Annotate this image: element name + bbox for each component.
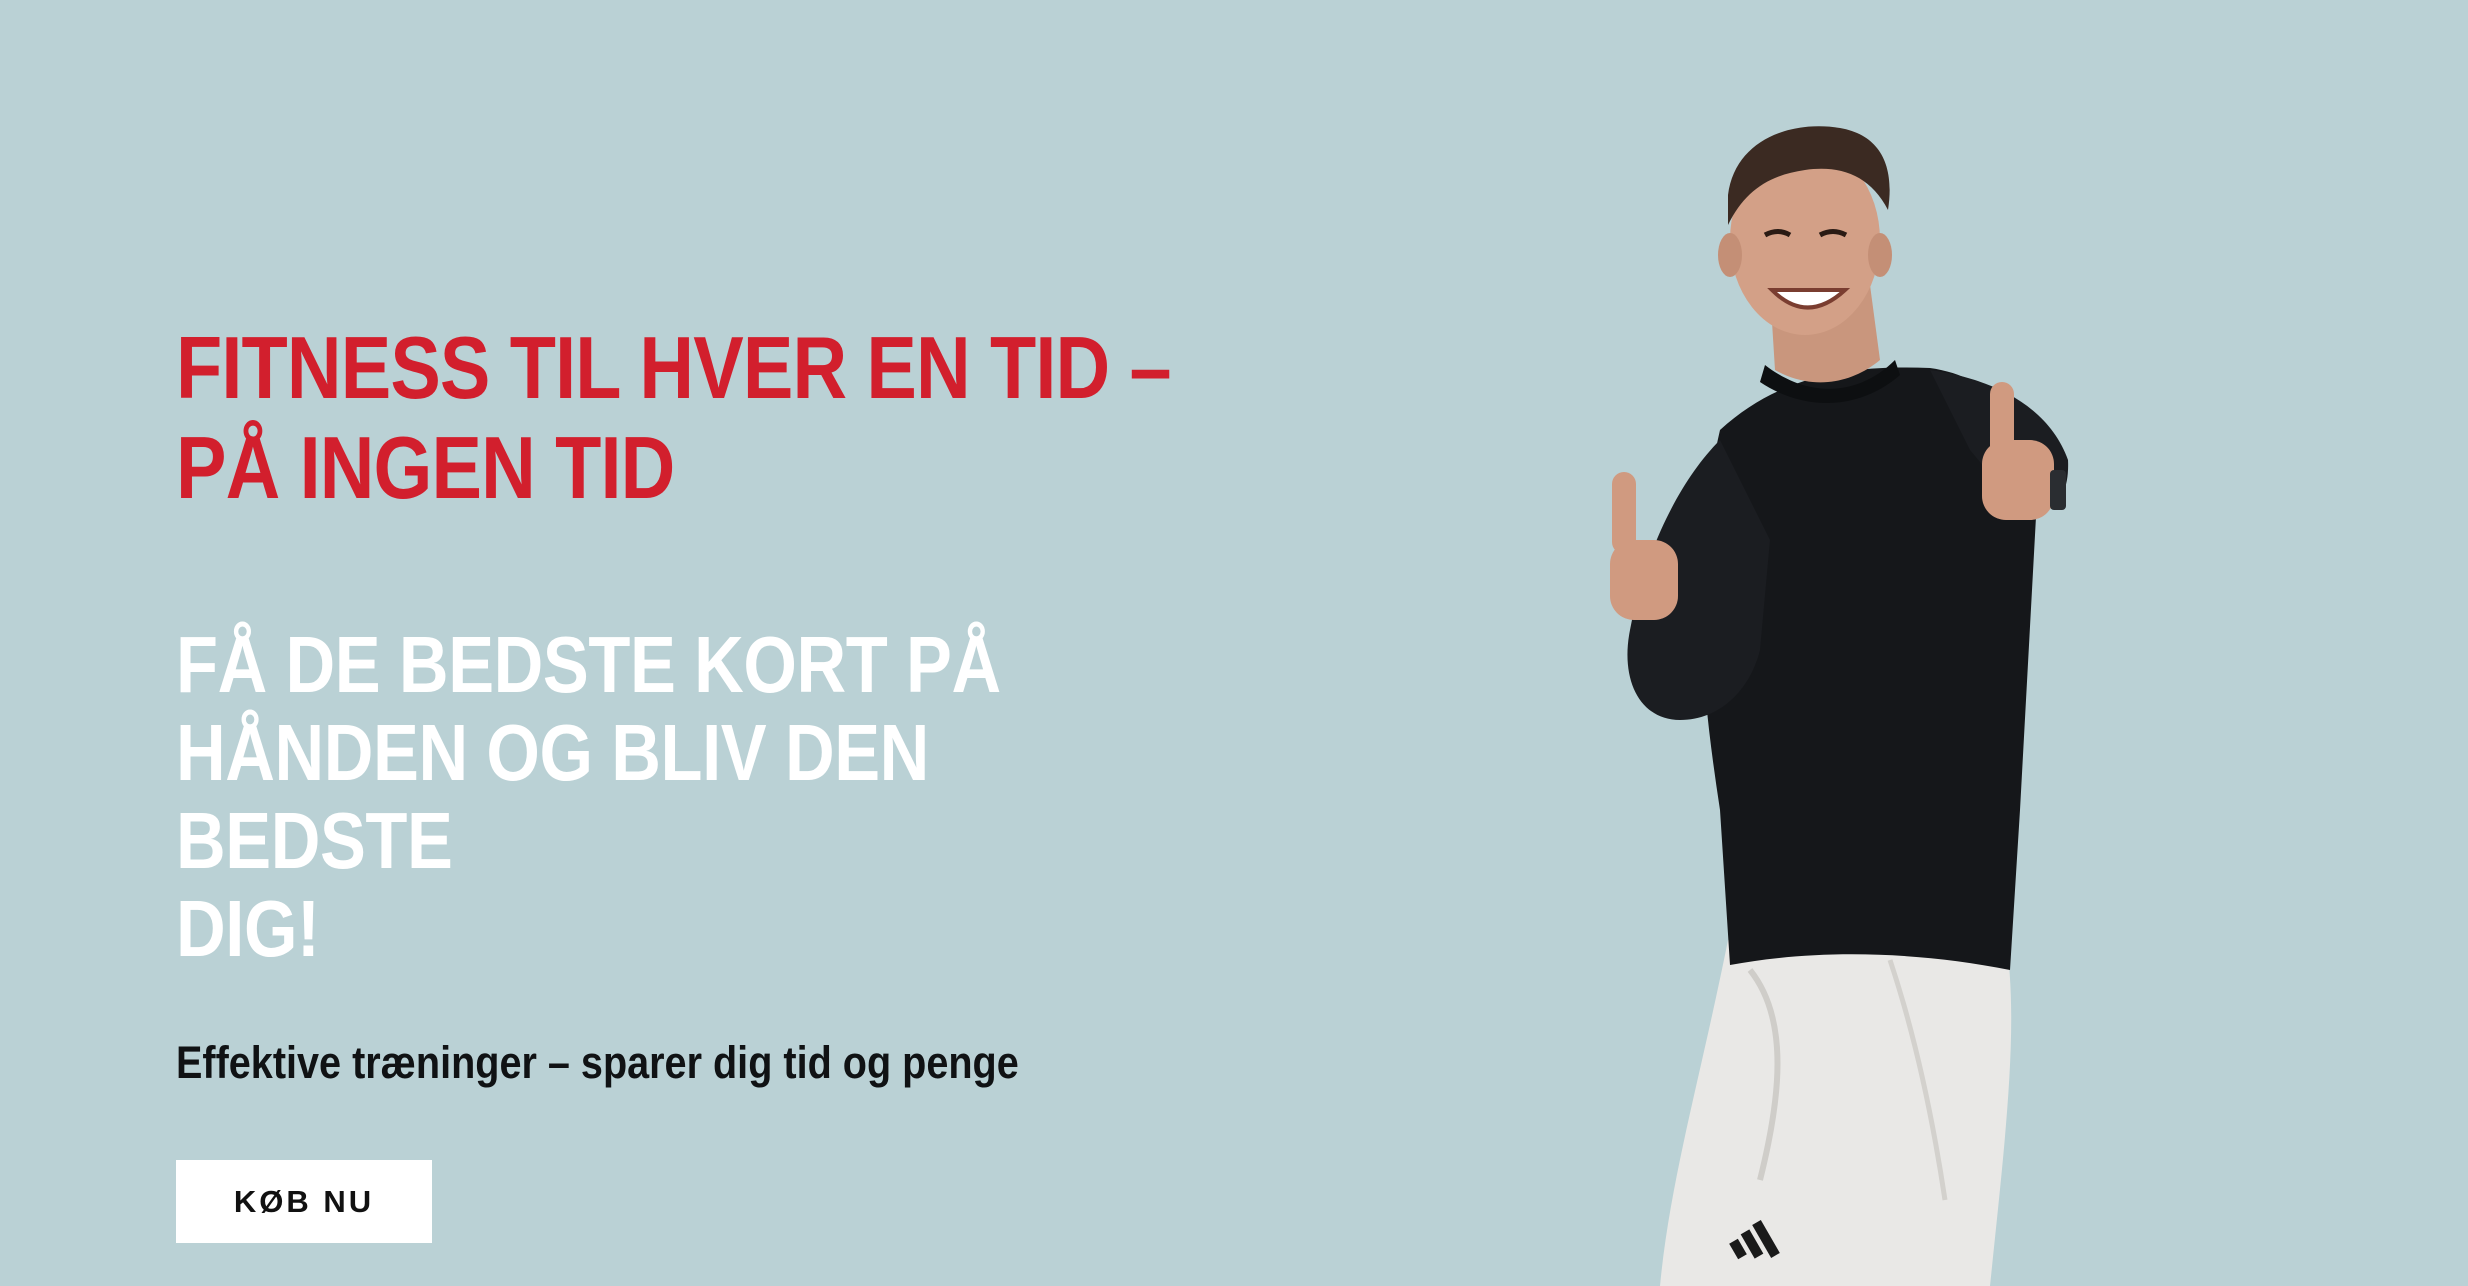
hero-subheadline-line-1: FÅ DE BEDSTE KORT PÅ xyxy=(176,620,1001,709)
hero-subheadline-line-2: HÅNDEN OG BLIV DEN BEDSTE xyxy=(176,708,929,885)
person-thumbs-up-image xyxy=(1610,126,2069,1286)
hero-content: FITNESS TIL HVER EN TID – PÅ INGEN TID F… xyxy=(176,318,1226,1243)
hero-subheadline-line-3: DIG! xyxy=(176,884,320,973)
hero-headline: FITNESS TIL HVER EN TID – PÅ INGEN TID xyxy=(176,318,1208,518)
hero-headline-line-2: PÅ INGEN TID xyxy=(176,418,675,517)
hero-headline-line-1: FITNESS TIL HVER EN TID – xyxy=(176,318,1172,417)
hero-subheadline: FÅ DE BEDSTE KORT PÅ HÅNDEN OG BLIV DEN … xyxy=(176,621,1156,973)
buy-now-button[interactable]: KØB NU xyxy=(176,1160,432,1243)
hero-tagline: Effektive træninger – sparer dig tid og … xyxy=(176,1037,1019,1088)
left-thumbs-up-hand xyxy=(1610,472,1678,620)
hero-banner: FITNESS TIL HVER EN TID – PÅ INGEN TID F… xyxy=(0,0,2468,1286)
